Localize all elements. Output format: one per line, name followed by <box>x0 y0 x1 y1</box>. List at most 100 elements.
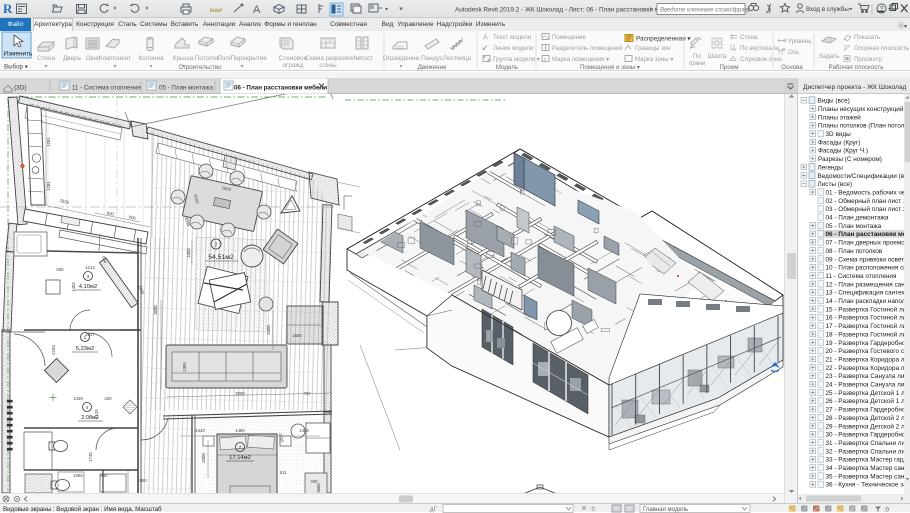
svg-text:Дверь: Дверь <box>63 55 82 62</box>
svg-text:5,23м2: 5,23м2 <box>76 346 95 352</box>
svg-text:Фасады (Круг Ч.): Фасады (Круг Ч.) <box>818 148 868 155</box>
svg-text:1433: 1433 <box>195 428 205 433</box>
svg-text:Изменить: Изменить <box>4 51 33 58</box>
svg-text:Задать: Задать <box>819 53 840 60</box>
svg-text:Модель: Модель <box>496 64 518 71</box>
svg-text:26 - Развертка Детской 1 лист: 26 - Развертка Детской 1 лист 2 <box>826 397 910 405</box>
svg-text:Показать: Показать <box>854 34 880 41</box>
svg-text:Распределенная ▾: Распределенная ▾ <box>636 36 691 43</box>
svg-text:Пол/Перекрытие: Пол/Перекрытие <box>217 55 267 62</box>
svg-text:Основа: Основа <box>781 64 803 71</box>
svg-text:Фасады (Круг): Фасады (Круг) <box>818 139 860 146</box>
svg-text:Импост: Импост <box>351 55 373 62</box>
svg-text:1309: 1309 <box>182 362 187 372</box>
svg-text:Слуховое окно: Слуховое окно <box>740 56 782 63</box>
svg-text:Шахта: Шахта <box>708 53 727 60</box>
svg-text:Группа модели ▾: Группа модели ▾ <box>493 56 540 63</box>
svg-text:Строительство: Строительство <box>178 64 222 71</box>
svg-text:23 - Развертка Санузла лист 1: 23 - Развертка Санузла лист 1 <box>826 373 910 380</box>
svg-text:04 - План демонтажа: 04 - План демонтажа <box>826 215 889 222</box>
svg-text:грани: грани <box>689 60 706 67</box>
svg-text:22 - Развертка Коридора лист 2: 22 - Развертка Коридора лист 2 <box>826 365 910 372</box>
svg-text:25 - Развертка Детской 1 лист: 25 - Развертка Детской 1 лист 1 <box>826 389 910 397</box>
svg-text:Стена: Стена <box>740 34 758 41</box>
svg-text:2000: 2000 <box>201 453 206 463</box>
svg-text:16 - Развертка Гостиной лист 2: 16 - Развертка Гостиной лист 2 <box>826 314 910 322</box>
svg-text:21 - Развертка Коридора лист 1: 21 - Развертка Коридора лист 1 <box>826 356 910 363</box>
svg-text:17 - Развертка Гостиной лист 3: 17 - Развертка Гостиной лист 3 <box>826 322 910 330</box>
svg-text:Ось: Ось <box>788 49 799 56</box>
svg-text:31 - Развертка Спальни лист 1: 31 - Развертка Спальни лист 1 <box>826 440 910 447</box>
svg-text:Планы потолков (План потолоч: Планы потолков (План потолоч <box>818 123 910 130</box>
svg-text:Помещения и зоны ▾: Помещения и зоны ▾ <box>580 64 640 71</box>
svg-text:27 - Развертка Гардеробной 1: 27 - Развертка Гардеробной 1 <box>826 406 910 414</box>
svg-text:Компонент: Компонент <box>99 55 131 62</box>
svg-text:Введите ключевое слово/фразу: Введите ключевое слово/фразу <box>660 8 751 14</box>
svg-text:24 - Развертка Санузла лист 2: 24 - Развертка Санузла лист 2 <box>826 382 910 389</box>
svg-text:13 - Спецификация сантехнич: 13 - Спецификация сантехнич <box>826 290 910 297</box>
svg-text:14 - План раскладки напольн: 14 - План раскладки напольн <box>826 298 910 305</box>
svg-text:19 - Развертка Гардеробной: 19 - Развертка Гардеробной <box>826 339 910 347</box>
svg-text:Ограждение: Ограждение <box>383 55 420 62</box>
svg-text:4: 4 <box>86 405 89 411</box>
svg-text:Планы несущих конструкций: Планы несущих конструкций <box>818 105 904 113</box>
svg-text:2: 2 <box>215 242 218 248</box>
svg-text:Вход в службы: Вход в службы <box>806 6 849 13</box>
svg-text:Потолок: Потолок <box>195 55 220 62</box>
svg-text:3000: 3000 <box>153 305 158 315</box>
svg-text:32 - Развертка Спальни лист 2: 32 - Развертка Спальни лист 2 <box>826 448 910 455</box>
svg-text:▾: ▾ <box>399 64 402 70</box>
svg-text:29 - Развертка Детской 2 лист: 29 - Развертка Детской 2 лист 2 <box>826 422 910 430</box>
svg-text:1000: 1000 <box>186 248 191 258</box>
svg-text:Стеновое: Стеновое <box>279 55 308 62</box>
svg-text:34 - Развертка Мастер санузла: 34 - Развертка Мастер санузла <box>826 465 910 472</box>
svg-text:Выбор ▾: Выбор ▾ <box>4 64 28 71</box>
svg-text:Марка зоны ▾: Марка зоны ▾ <box>635 56 673 63</box>
svg-text:2600: 2600 <box>266 325 271 335</box>
svg-text:03 - Обмерный план лист 2: 03 - Обмерный план лист 2 <box>826 205 907 213</box>
svg-text:A: A <box>253 4 261 16</box>
svg-text:420: 420 <box>104 396 112 401</box>
svg-text:дГ: дГ <box>430 507 438 513</box>
svg-text:1560: 1560 <box>137 478 147 483</box>
svg-text:R: R <box>3 1 13 16</box>
svg-text:Виды (все): Виды (все) <box>818 98 850 105</box>
svg-text:06 - План расстановки мебели: 06 - План расстановки мебели <box>234 85 327 92</box>
svg-text:▾: ▾ <box>113 64 116 70</box>
svg-text:01 - Ведомость рабочих черте: 01 - Ведомость рабочих черте <box>826 188 910 196</box>
svg-text:2263: 2263 <box>51 345 56 355</box>
svg-text:А́: А́ <box>483 33 488 42</box>
svg-text:Текст модели: Текст модели <box>493 34 531 41</box>
svg-text:35 - Развертка Мастер санузла: 35 - Развертка Мастер санузла <box>826 473 910 480</box>
svg-text:Планы этажей: Планы этажей <box>818 113 861 121</box>
svg-text:Границы зон: Границы зон <box>635 45 671 52</box>
svg-text:1680: 1680 <box>292 333 302 338</box>
svg-text::0: :0 <box>590 507 596 513</box>
svg-text:15 - Развертка Гостиной лист 1: 15 - Развертка Гостиной лист 1 <box>826 305 910 313</box>
svg-text:1745: 1745 <box>88 452 93 462</box>
svg-text:▾: ▾ <box>240 64 243 70</box>
svg-text:1429: 1429 <box>73 396 83 401</box>
svg-text:Лестница: Лестница <box>443 55 472 62</box>
svg-text:Опорная плоскость: Опорная плоскость <box>854 45 909 52</box>
svg-text:1213: 1213 <box>85 265 95 270</box>
svg-text:По: По <box>693 53 702 60</box>
svg-text:06 - План расстановки мебел: 06 - План расстановки мебел <box>826 230 910 238</box>
svg-text:Пандус: Пандус <box>421 55 444 62</box>
svg-text:05 - План монтажа: 05 - План монтажа <box>826 223 882 230</box>
svg-text:Просмотр: Просмотр <box>854 56 882 63</box>
svg-text:1281: 1281 <box>46 181 51 191</box>
svg-text:10 - План расположения силов: 10 - План расположения силов <box>826 265 910 272</box>
svg-text:02 - Обмерный план лист 1: 02 - Обмерный план лист 1 <box>826 197 907 205</box>
svg-text:Листы (все): Листы (все) <box>818 181 853 188</box>
svg-text:x: x <box>544 57 547 63</box>
svg-text:Движение: Движение <box>418 64 447 71</box>
svg-text:стены: стены <box>319 62 337 69</box>
svg-text:1281: 1281 <box>46 137 51 147</box>
svg-text:Диспетчер проекта - ЖК Шоколад: Диспетчер проекта - ЖК Шоколад <box>803 84 907 91</box>
svg-text:Autodesk Revit 2019.2 - ЖК Шок: Autodesk Revit 2019.2 - ЖК Шоколад - Лис… <box>455 6 677 14</box>
svg-text:05 - План монтажа: 05 - План монтажа <box>159 85 213 92</box>
svg-text:3: 3 <box>87 274 90 280</box>
svg-text:Помещение: Помещение <box>552 34 586 41</box>
svg-text:Легенды: Легенды <box>818 164 844 171</box>
